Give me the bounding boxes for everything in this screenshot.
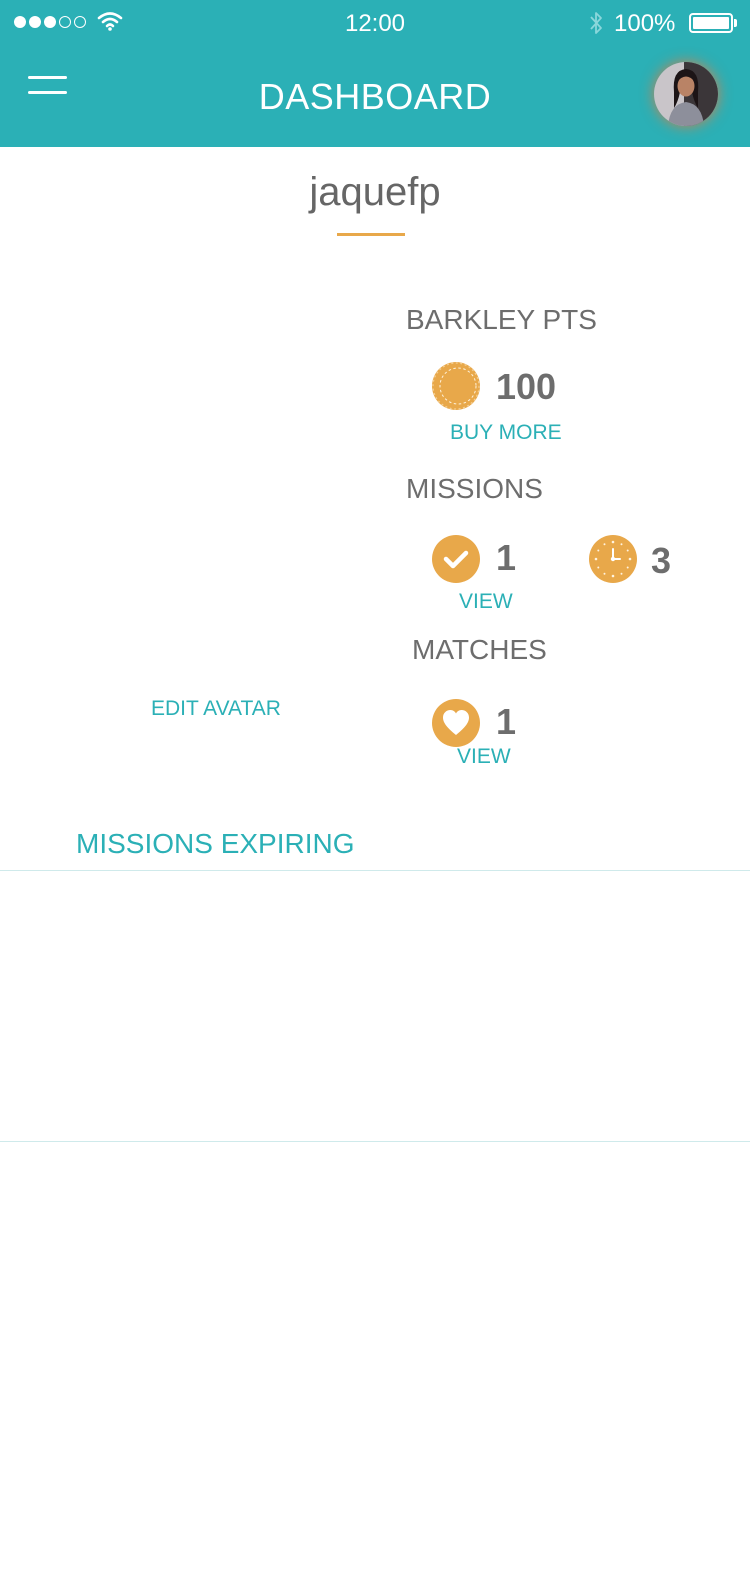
username-underline (337, 233, 405, 236)
page-title: DASHBOARD (258, 76, 492, 117)
missions-expiring-title: MISSIONS EXPIRING (76, 828, 355, 859)
expiring-top-divider (0, 870, 750, 871)
user-avatar[interactable] (654, 62, 718, 126)
battery-cap (734, 19, 737, 27)
username: jaquefp (309, 170, 441, 214)
edit-avatar-link[interactable]: EDIT AVATAR (151, 697, 281, 721)
missions-completed-count: 1 (496, 537, 517, 578)
coin-icon (432, 362, 480, 410)
matches-label: MATCHES (412, 634, 547, 665)
expiring-bottom-divider (0, 1141, 750, 1142)
points-label: BARKLEY PTS (406, 304, 597, 335)
matches-count: 1 (496, 701, 517, 742)
view-missions-link[interactable]: VIEW (459, 590, 513, 614)
battery-icon (689, 13, 733, 33)
status-bar: 12:00 100% (0, 0, 750, 48)
missions-label: MISSIONS (406, 473, 543, 504)
check-icon (432, 535, 480, 583)
battery-percentage: 100% (614, 10, 676, 37)
clock-icon (589, 535, 637, 583)
heart-icon (432, 699, 480, 747)
view-matches-link[interactable]: VIEW (457, 745, 511, 769)
buy-more-link[interactable]: BUY MORE (450, 421, 562, 445)
app-header: 12:00 100% DASHBOARD (0, 0, 750, 147)
bluetooth-icon (590, 12, 602, 34)
missions-pending-count: 3 (651, 540, 672, 581)
points-value: 100 (496, 366, 557, 407)
